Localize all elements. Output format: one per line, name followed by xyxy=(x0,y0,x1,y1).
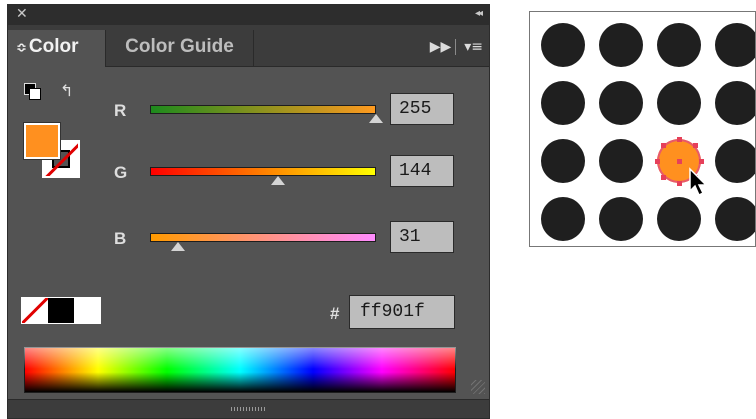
slider-g-thumb[interactable] xyxy=(270,176,285,185)
tab-color-guide-label: Color Guide xyxy=(125,36,234,57)
canvas-dot[interactable] xyxy=(657,197,701,241)
slider-r-track[interactable] xyxy=(150,105,376,114)
canvas-dot[interactable] xyxy=(715,197,755,241)
anchor-point[interactable] xyxy=(699,159,704,164)
canvas-dot[interactable] xyxy=(599,81,643,125)
swatch-white[interactable] xyxy=(74,298,100,323)
channel-g-label: G xyxy=(114,163,128,182)
close-icon[interactable]: ✕ xyxy=(16,6,28,22)
anchor-point[interactable] xyxy=(677,181,682,186)
canvas-dot[interactable] xyxy=(599,139,643,183)
collapse-icon[interactable]: ◂◂ xyxy=(475,8,483,19)
canvas-dot[interactable] xyxy=(541,23,585,67)
tab-color-guide[interactable]: Color Guide xyxy=(106,30,254,67)
swatch-none[interactable] xyxy=(22,298,48,323)
canvas-dot[interactable] xyxy=(599,197,643,241)
hex-input[interactable]: ff901f xyxy=(349,295,455,329)
artboard-canvas[interactable] xyxy=(529,11,756,247)
slider-r-thumb[interactable] xyxy=(369,114,383,123)
g-value-input[interactable]: 144 xyxy=(390,155,454,187)
slider-g-track[interactable] xyxy=(150,167,376,176)
tab-color-label: Color xyxy=(28,36,79,57)
color-spectrum[interactable] xyxy=(24,347,456,393)
tab-icons: ▶▶ ▾≡ xyxy=(426,39,483,55)
tab-bar: ≎ Color Color Guide ▶▶ ▾≡ xyxy=(8,25,489,67)
separator xyxy=(455,39,457,55)
tab-color[interactable]: ≎ Color xyxy=(8,30,106,67)
slider-b-thumb[interactable] xyxy=(170,242,185,251)
canvas-dot[interactable] xyxy=(541,139,585,183)
slider-b-track[interactable] xyxy=(150,233,376,242)
none-slash xyxy=(22,298,48,323)
anchor-point[interactable] xyxy=(661,143,666,148)
quick-swatches xyxy=(21,297,101,324)
channel-b: B 31 xyxy=(8,221,491,261)
panel-menu-icon[interactable]: ▾≡ xyxy=(464,39,483,55)
anchor-point[interactable] xyxy=(655,159,660,164)
swatch-black[interactable] xyxy=(48,298,74,323)
canvas-dot[interactable] xyxy=(657,81,701,125)
anchor-point[interactable] xyxy=(677,159,682,164)
mouse-pointer-icon xyxy=(689,167,708,197)
r-value-input[interactable]: 255 xyxy=(390,93,454,125)
hex-prefix: # xyxy=(330,304,340,323)
canvas-dot[interactable] xyxy=(715,23,755,67)
resize-grip-icon[interactable] xyxy=(471,380,485,394)
canvas-dot[interactable] xyxy=(657,23,701,67)
color-panel: ✕ ◂◂ ≎ Color Color Guide ▶▶ ▾≡ ↰ R 255 G 1… xyxy=(7,4,490,419)
canvas-dot[interactable] xyxy=(541,197,585,241)
fast-forward-icon[interactable]: ▶▶ xyxy=(430,39,452,55)
anchor-point[interactable] xyxy=(661,175,666,180)
channel-r: R 255 xyxy=(8,93,491,133)
anchor-point[interactable] xyxy=(693,143,698,148)
panel-titlebar: ✕ ◂◂ xyxy=(8,5,489,25)
channel-g: G 144 xyxy=(8,155,491,195)
resize-handle-icon[interactable] xyxy=(230,407,267,411)
expand-options-icon[interactable]: ≎ xyxy=(16,41,27,56)
canvas-dot[interactable] xyxy=(715,81,755,125)
canvas-dot[interactable] xyxy=(599,23,643,67)
channel-r-label: R xyxy=(114,101,127,120)
canvas-dot[interactable] xyxy=(715,139,755,183)
anchor-point[interactable] xyxy=(677,137,682,142)
b-value-input[interactable]: 31 xyxy=(390,221,454,253)
panel-footer xyxy=(8,399,489,418)
canvas-dot[interactable] xyxy=(541,81,585,125)
channel-b-label: B xyxy=(114,229,127,248)
